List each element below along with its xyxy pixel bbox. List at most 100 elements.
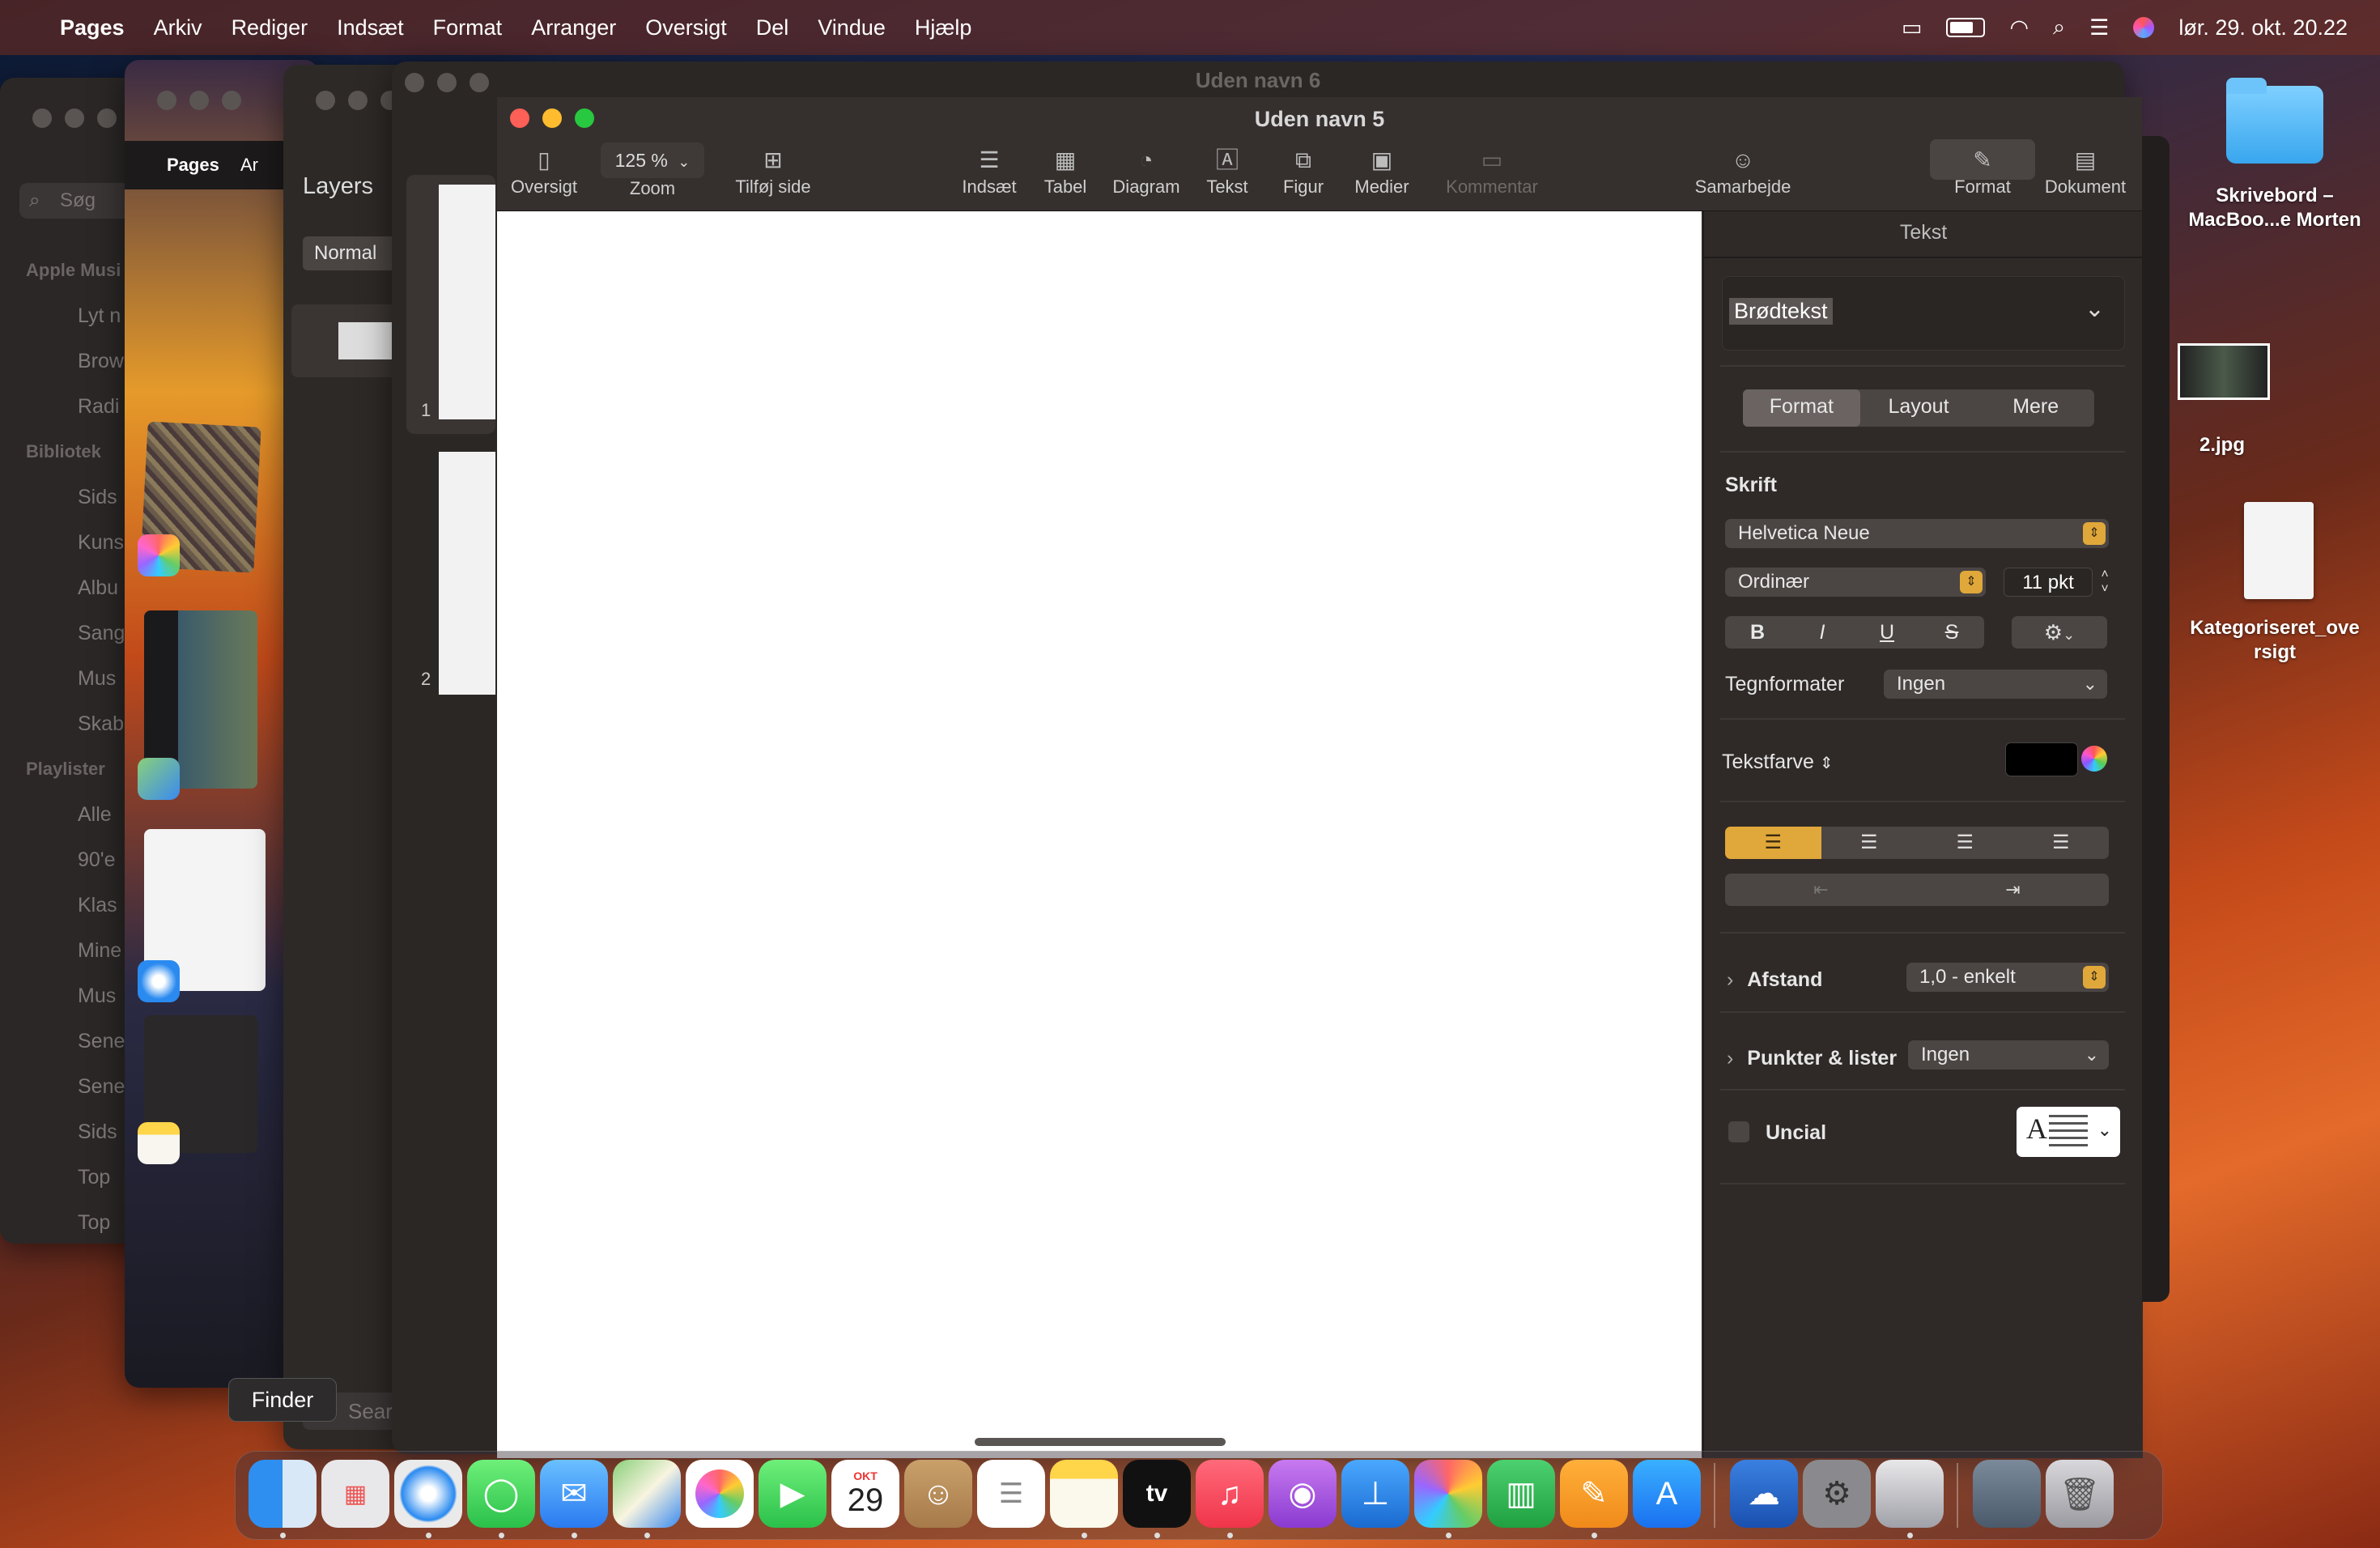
paragraph-style-select[interactable]: Brødtekst ⌄ [1722,276,2125,351]
document-button[interactable]: ▤ Dokument [2037,144,2134,198]
spacing-select[interactable]: 1,0 - enkelt ⇕ [1906,963,2109,992]
menu-rediger[interactable]: Rediger [232,15,308,40]
desktop-image-item[interactable]: 2.jpg [2178,340,2275,470]
text-button[interactable]: 🄰 Tekst [1195,144,1260,198]
trash-icon[interactable]: 🗑 [2046,1460,2114,1528]
desktop-document-item[interactable]: Kategoriseret_ove rsigt [2178,502,2372,672]
align-center-button[interactable]: ☰ [1821,827,1918,859]
font-size-field[interactable]: 11 pkt [2004,568,2093,597]
minimize-button[interactable] [348,91,368,110]
align-justify-button[interactable]: ☰ [2013,827,2110,859]
music-icon[interactable]: ♫ [1196,1460,1264,1528]
weather-icon[interactable]: ☁ [1730,1460,1798,1528]
pages-window-uden-navn-5[interactable]: Uden navn 5 ▯ Oversigt 125 % ⌄ Zoom ⊞ Ti… [497,97,2143,1458]
launchpad-icon[interactable]: ▦ [321,1460,389,1528]
oversigt-button[interactable]: ▯ Oversigt [504,144,584,198]
shape-button[interactable]: ⧉ Figur [1271,144,1336,198]
facetime-icon[interactable]: ▶ [759,1460,827,1528]
scroll-indicator[interactable] [975,1438,1226,1446]
menu-hjaelp[interactable]: Hjælp [915,15,972,40]
font-weight-select[interactable]: Ordinær ⇕ [1725,568,1986,597]
menu-arranger[interactable]: Arranger [531,15,616,40]
font-family-select[interactable]: Helvetica Neue ⇕ [1725,519,2109,548]
safari-app-icon[interactable] [138,960,180,1002]
mail-icon[interactable]: ✉ [540,1460,608,1528]
menu-oversigt[interactable]: Oversigt [645,15,727,40]
maps-icon[interactable] [613,1460,681,1528]
wifi-icon[interactable]: ◠ [2009,15,2029,40]
dropcap-checkbox[interactable] [1728,1121,1749,1142]
messages-icon[interactable]: ◯ [467,1460,535,1528]
background-window-right[interactable] [2142,136,2170,1302]
preview-icon[interactable] [1876,1460,1944,1528]
increase-indent-button[interactable]: ⇥ [1917,874,2109,906]
add-page-button[interactable]: ⊞ Tilføj side [720,144,826,198]
battery-icon[interactable] [1946,18,1986,37]
zoom-button[interactable] [97,108,117,128]
spacing-disclosure[interactable]: › Afstand [1727,968,1822,992]
finder-icon[interactable] [249,1460,317,1528]
contacts-icon[interactable]: ☺ [904,1460,972,1528]
menu-arkiv[interactable]: Arkiv [154,15,202,40]
menu-app-name[interactable]: Pages [60,15,125,40]
close-button[interactable] [32,108,52,128]
close-button[interactable] [157,91,176,110]
appstore-icon[interactable]: A [1633,1460,1701,1528]
table-button[interactable]: ▦ Tabel [1033,144,1098,198]
numbers-icon[interactable]: ▥ [1487,1460,1555,1528]
font-size-stepper[interactable]: ˄ ˅ [2096,568,2114,597]
align-left-button[interactable]: ☰ [1725,827,1821,859]
advanced-options-button[interactable]: ⚙⌄ [2012,616,2107,649]
spotlight-search-icon[interactable]: ⌕ [2053,15,2065,40]
document-page[interactable] [497,211,1702,1458]
siri-icon[interactable] [2133,17,2155,38]
menu-format[interactable]: Format [433,15,503,40]
media-button[interactable]: ▣ Medier [1345,144,1418,198]
zoom-select[interactable]: 125 % ⌄ [601,142,704,178]
page-thumbnail-2-image[interactable] [439,452,495,695]
reminders-icon[interactable]: ☰ [977,1460,1045,1528]
notes-icon[interactable] [1050,1460,1118,1528]
align-right-button[interactable]: ☰ [1917,827,2013,859]
format-button[interactable]: ✎ Format [1930,144,2035,198]
notes-app-icon[interactable] [138,1122,180,1164]
dropcap-style-select[interactable]: A ⌄ [2017,1107,2120,1157]
menu-del[interactable]: Del [756,15,789,40]
bullets-select[interactable]: Ingen ⌄ [1908,1040,2109,1070]
pages-icon[interactable]: ✎ [1560,1460,1628,1528]
blend-mode-select[interactable]: Normal [303,236,403,270]
menu-vindue[interactable]: Vindue [818,15,886,40]
menu-indsaet[interactable]: Indsæt [337,15,404,40]
photos-app-icon[interactable] [138,534,180,576]
zoom-button[interactable] [222,91,241,110]
text-color-well[interactable] [2005,742,2078,776]
insert-button[interactable]: ☰ Indsæt [950,144,1028,198]
control-center-icon[interactable]: ☰ [2089,15,2109,40]
tab-layout[interactable]: Layout [1860,389,1978,427]
minimize-button[interactable] [189,91,209,110]
maps-app-icon[interactable] [138,758,180,800]
minimize-button[interactable] [65,108,84,128]
bullets-disclosure[interactable]: › Punkter & lister [1727,1047,1897,1070]
italic-button[interactable]: I [1790,616,1855,649]
color-wheel-icon[interactable] [2081,746,2107,772]
tab-mere[interactable]: Mere [1977,389,2094,427]
safari-icon[interactable] [394,1460,462,1528]
desktop-folder-item[interactable]: Skrivebord – MacBoo...e Morten [2178,78,2372,248]
stage-manager-icon[interactable]: ▭ [1902,15,1923,40]
close-button[interactable] [316,91,335,110]
music-search-field[interactable]: ⌕ Søg [19,183,141,219]
keynote-icon[interactable]: ⊥ [1341,1460,1409,1528]
text-color-label[interactable]: Tekstfarve ⇕ [1722,751,1834,774]
photo-stack-icon[interactable] [1973,1460,2041,1528]
podcasts-icon[interactable]: ◉ [1269,1460,1337,1528]
pixelmator-icon[interactable] [1414,1460,1482,1528]
underline-button[interactable]: U [1855,616,1919,649]
menu-clock[interactable]: lør. 29. okt. 20.22 [2178,15,2348,40]
comment-button[interactable]: ▭ Kommentar [1439,144,1545,198]
chart-button[interactable]: ◔ Diagram [1106,144,1187,198]
decrease-indent-button[interactable]: ⇤ [1725,874,1917,906]
photos-icon[interactable] [686,1460,754,1528]
calendar-icon[interactable]: OKT 29 [831,1460,899,1528]
char-styles-select[interactable]: Ingen ⌄ [1884,670,2107,699]
